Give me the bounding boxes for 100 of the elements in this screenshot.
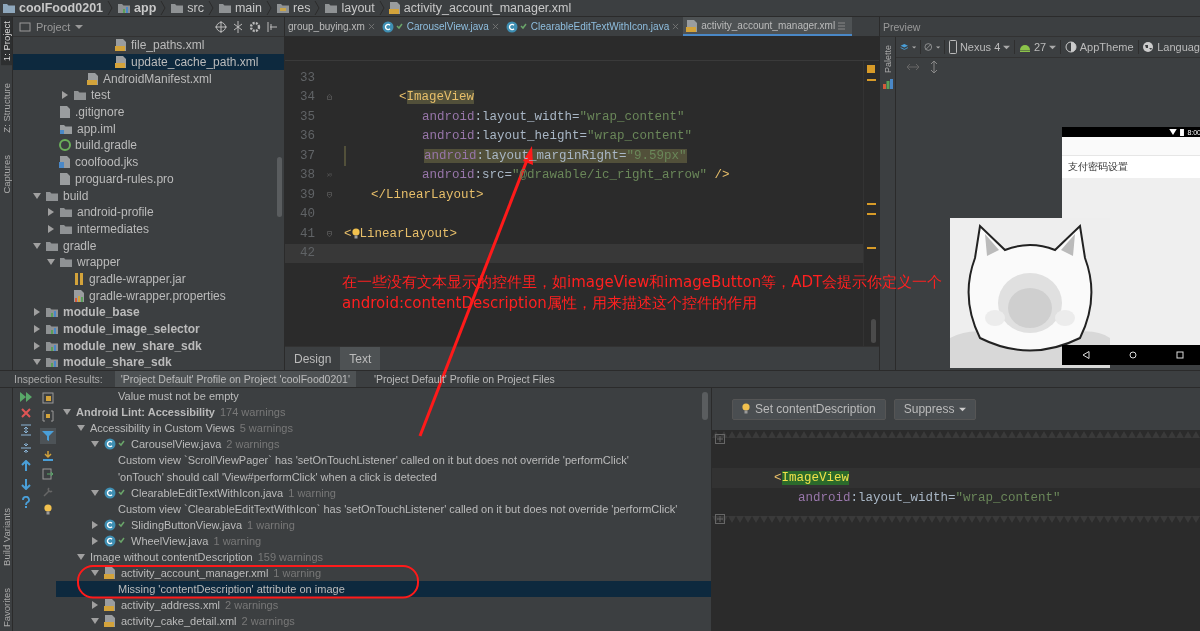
tree-item[interactable]: gradle xyxy=(13,237,284,254)
tree-item[interactable]: CarouselView.java 2 warnings xyxy=(56,436,711,453)
item-label: ClearableEditTextWithIcon.java xyxy=(131,486,284,499)
line-number: 36 xyxy=(299,129,315,144)
tree-item[interactable]: module_new_share_sdk xyxy=(13,337,284,355)
breadcrumb[interactable]: main xyxy=(217,1,263,15)
editor-mode-tab[interactable]: Design xyxy=(285,347,341,370)
tree-item[interactable]: WheelView.java 1 warning xyxy=(56,532,711,549)
code-token: ImageView xyxy=(781,471,850,485)
tree-item[interactable]: app.iml xyxy=(13,120,284,138)
tool-window-button[interactable]: 1: Project xyxy=(0,17,12,66)
toolbar-dropdown[interactable]: Nexus 4 xyxy=(948,40,1011,54)
editor-tab[interactable]: ClearableEditTextWithIcon.java xyxy=(502,17,684,36)
breadcrumb[interactable]: coolFood0201 xyxy=(2,1,104,15)
tree-item[interactable]: proguard-rules.pro xyxy=(13,170,284,188)
line-number: 34 xyxy=(299,90,315,105)
breadcrumb[interactable]: activity_account_manager.xml xyxy=(388,1,572,15)
item-label: Missing 'contentDescription' attribute on image xyxy=(118,583,345,596)
code-token: < xyxy=(399,90,407,105)
item-label: 'onTouch' should call 'View#performClick' when a click is detected xyxy=(118,470,437,483)
line-number: 38 xyxy=(299,168,315,183)
warning-count: 1 warning xyxy=(273,567,322,580)
tree-item[interactable]: coolfood.jks xyxy=(13,153,284,171)
breadcrumb[interactable]: res xyxy=(276,1,311,15)
tool-window-button[interactable]: Z: Structure xyxy=(0,79,12,137)
tree-item[interactable]: build xyxy=(13,187,284,204)
problem-item[interactable]: 'onTouch' should call 'View#performClick' when a click is detected xyxy=(56,468,711,485)
code-token: /> xyxy=(713,168,730,183)
tree-item[interactable]: build.gradle xyxy=(13,137,284,154)
item-label: Accessibility in Custom Views xyxy=(90,422,235,435)
problem-item[interactable]: Custom view `ClearableEditTextWithIcon` has 'setOnTouchListener' called on it but does not override 'performClick' xyxy=(56,500,711,517)
editor-mode-tab[interactable]: Text xyxy=(340,347,381,370)
quick-fix-button[interactable]: Set contentDescription xyxy=(732,398,886,420)
results-tab[interactable]: 'Project Default' Profile on Project 'coolFood0201' xyxy=(114,371,356,387)
line-number: 33 xyxy=(299,70,315,85)
tree-item[interactable]: module_base xyxy=(13,304,284,321)
tree-item[interactable]: module_share_sdk xyxy=(13,354,284,370)
tree-item[interactable]: ClearableEditTextWithIcon.java 1 warning xyxy=(56,484,711,501)
tool-window-button[interactable]: Favorites xyxy=(0,583,12,631)
code-token: android xyxy=(798,491,851,505)
tree-item[interactable]: Android Lint: Accessibility 174 warnings xyxy=(56,404,711,421)
tree-item[interactable]: intermediates xyxy=(13,220,284,238)
problem-item[interactable]: Custom view `ScrollViewPager` has 'setOnTouchListener' called on it but does not override 'performClick' xyxy=(56,452,711,469)
tree-item[interactable]: android-profile xyxy=(13,203,284,221)
item-label: activity_address.xml xyxy=(121,599,221,612)
item-label: Android Lint: Accessibility xyxy=(76,406,215,419)
tree-item[interactable]: test xyxy=(13,87,284,104)
code-token: :src= xyxy=(474,168,513,183)
line-number: 40 xyxy=(299,207,315,222)
code-token: < xyxy=(344,226,352,241)
tree-item[interactable]: file_paths.xml xyxy=(13,37,284,54)
code-token: android xyxy=(422,129,475,144)
line-number: 35 xyxy=(299,109,315,124)
tree-item[interactable]: activity_account_manager.xml 1 warning xyxy=(56,565,711,582)
tool-window-button[interactable]: Build Variants xyxy=(0,504,12,570)
item-label: Custom view `ClearableEditTextWithIcon` has 'setOnTouchListener' called on it but does not override 'performClick' xyxy=(118,502,678,515)
tree-item[interactable]: AndroidManifest.xml xyxy=(13,70,284,88)
toolbar-dropdown[interactable]: 27 xyxy=(1018,41,1057,53)
breadcrumb[interactable]: app xyxy=(117,1,157,15)
tool-window-button[interactable]: Palette xyxy=(882,41,893,78)
warning-count: 1 warning xyxy=(288,486,336,499)
tree-item[interactable]: .gitignore xyxy=(13,103,284,121)
code-token: < xyxy=(774,471,782,485)
editor-tab[interactable]: group_buying.xm xyxy=(285,17,379,36)
code-token: android xyxy=(422,168,475,183)
toolbar-dropdown[interactable]: Languag xyxy=(1142,41,1200,53)
code-token: android xyxy=(424,148,477,163)
breadcrumb[interactable]: src xyxy=(170,1,204,15)
code-token: :layout_width= xyxy=(850,491,956,505)
dropdown-button[interactable]: Suppress xyxy=(893,398,977,420)
breadcrumb[interactable]: layout xyxy=(324,1,375,15)
list-row: 支付密码设置 xyxy=(1062,156,1200,178)
editor-tab[interactable]: CarouselView.java xyxy=(378,17,503,36)
editor-tab[interactable]: activity_account_manager.xml xyxy=(683,17,853,36)
tree-item[interactable]: wrapper xyxy=(13,253,284,271)
line-number: 37 xyxy=(299,148,315,163)
tree-item[interactable]: gradle-wrapper.properties xyxy=(13,287,284,304)
warning-count: 1 warning xyxy=(213,534,262,547)
code-token: "wrap_content" xyxy=(955,491,1061,505)
panel-title: Preview xyxy=(883,20,921,33)
tool-window-button[interactable]: Captures xyxy=(0,150,12,198)
code-token: :layout_width= xyxy=(474,109,580,124)
problem-item[interactable]: Value must not be empty xyxy=(56,388,711,405)
tree-item[interactable]: update_cache_path.xml xyxy=(13,53,284,71)
tree-item[interactable]: module_image_selector xyxy=(13,320,284,338)
code-token: ImageView xyxy=(406,90,475,105)
line-number: 39 xyxy=(299,187,315,202)
item-label: Custom view `ScrollViewPager` has 'setOnTouchListener' called on it but does not override 'performClick' xyxy=(118,454,629,467)
code-token: LinearLayout> xyxy=(359,226,458,241)
line-number: 41 xyxy=(299,226,315,241)
tree-item[interactable]: gradle-wrapper.jar xyxy=(13,270,284,288)
item-label: CarouselView.java xyxy=(131,438,222,451)
toolbar-dropdown[interactable]: AppTheme xyxy=(1064,41,1134,53)
problem-item[interactable]: Missing 'contentDescription' attribute on image xyxy=(56,581,711,598)
code-token: android xyxy=(422,109,475,124)
warning-count: 2 warnings xyxy=(226,438,280,451)
panel-title[interactable]: Project xyxy=(36,20,71,33)
code-token: "wrap_content" xyxy=(587,129,693,144)
item-label: activity_cake_detail.xml xyxy=(121,615,237,628)
panel-title: Inspection Results: xyxy=(14,373,103,385)
